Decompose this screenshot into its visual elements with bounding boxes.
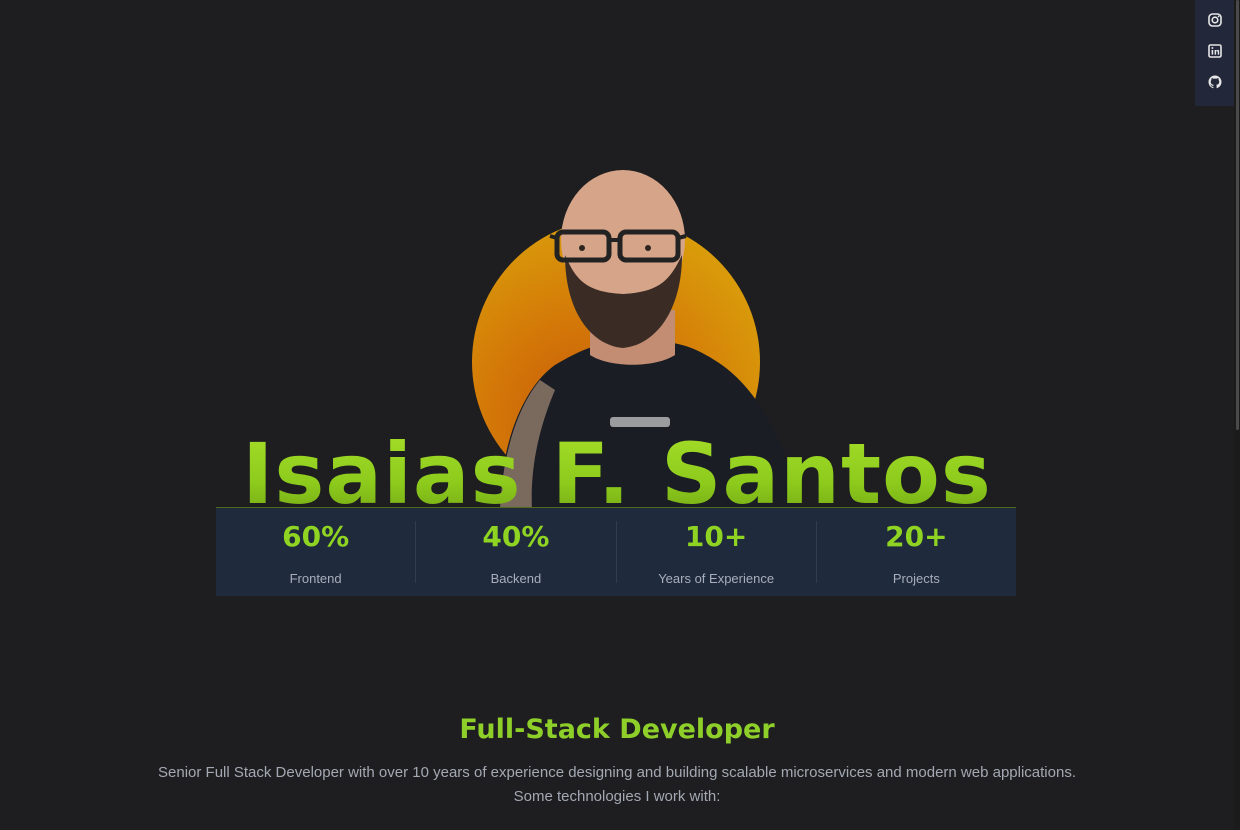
about-description: Senior Full Stack Developer with over 10… [0, 761, 1234, 809]
stat-years: 10+ Years of Experience [617, 520, 817, 586]
stat-frontend: 60% Frontend [216, 520, 417, 586]
stats-bar: 60% Frontend 40% Backend 10+ Years of Ex… [216, 507, 1016, 596]
stat-projects: 20+ Projects [817, 520, 1016, 587]
hero-section: Isaias F. Santos 60% Frontend 40% Backen… [0, 0, 1234, 620]
stat-value: 20+ [885, 520, 948, 553]
github-link[interactable] [1207, 74, 1223, 90]
social-links [1195, 0, 1234, 106]
stat-value: 60% [282, 520, 350, 553]
instagram-icon [1207, 13, 1222, 27]
about-title: Full-Stack Developer [459, 714, 775, 745]
github-icon [1208, 75, 1221, 89]
about-line-1: Senior Full Stack Developer with over 10… [158, 764, 1076, 781]
stat-value: 10+ [684, 520, 748, 553]
linkedin-icon [1207, 44, 1222, 58]
stat-label: Years of Experience [658, 571, 775, 586]
stat-label: Projects [892, 571, 940, 586]
instagram-link[interactable] [1207, 12, 1223, 28]
about-line-2: Some technologies I work with: [513, 788, 721, 805]
stat-label: Backend [490, 571, 542, 586]
page-scrollbar[interactable] [1234, 0, 1240, 830]
stat-backend: 40% Backend [416, 520, 617, 586]
stat-value: 40% [482, 520, 550, 553]
stat-label: Frontend [289, 571, 342, 586]
linkedin-link[interactable] [1207, 43, 1223, 59]
scrollbar-thumb[interactable] [1236, 0, 1239, 430]
